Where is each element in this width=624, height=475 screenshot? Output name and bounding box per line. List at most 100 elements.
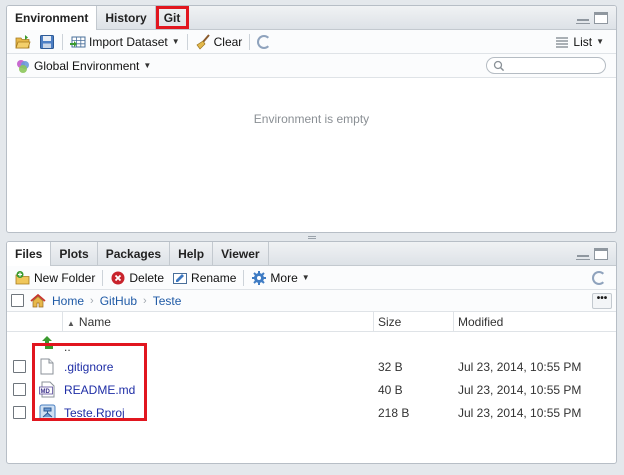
maximize-icon[interactable] — [594, 12, 608, 24]
chevron-down-icon: ▼ — [143, 61, 152, 70]
breadcrumb-teste[interactable]: Teste — [153, 294, 182, 308]
svg-text:MD: MD — [41, 389, 51, 395]
tab-history[interactable]: History — [97, 6, 156, 29]
environment-subtoolbar: Global Environment ▼ — [7, 54, 616, 78]
chevron-down-icon: ▼ — [596, 37, 604, 46]
environment-selector[interactable]: Global Environment ▼ — [11, 56, 155, 76]
select-all-checkbox[interactable] — [11, 294, 24, 307]
list-icon — [556, 36, 569, 48]
breadcrumb-github[interactable]: GitHub — [100, 294, 137, 308]
import-dataset-button[interactable]: Import Dataset ▼ — [66, 32, 184, 52]
file-name-link[interactable]: Teste.Rproj — [64, 406, 125, 420]
breadcrumb: Home › GitHub › Teste ••• — [7, 290, 616, 312]
minimize-icon[interactable] — [576, 248, 590, 260]
column-modified-header[interactable]: Modified — [458, 315, 503, 329]
new-folder-icon — [15, 270, 30, 284]
file-modified: Jul 23, 2014, 10:55 PM — [458, 406, 582, 420]
new-folder-button[interactable]: New Folder — [11, 268, 99, 288]
file-row[interactable]: .gitignore 32 B Jul 23, 2014, 10:55 PM — [7, 355, 616, 378]
clear-label: Clear — [213, 34, 243, 49]
files-pane: Files Plots Packages Help Viewer New Fol… — [6, 241, 617, 464]
file-row[interactable]: MD README.md 40 B Jul 23, 2014, 10:55 PM — [7, 378, 616, 401]
chevron-down-icon: ▼ — [171, 37, 180, 46]
tab-help[interactable]: Help — [170, 242, 214, 265]
file-checkbox[interactable] — [13, 383, 26, 396]
chevron-down-icon: ▼ — [301, 273, 310, 282]
environment-selector-label: Global Environment — [34, 58, 140, 73]
load-workspace-button[interactable] — [11, 32, 35, 52]
tab-plots[interactable]: Plots — [51, 242, 98, 265]
file-name-link[interactable]: README.md — [64, 383, 135, 397]
delete-button[interactable]: Delete — [106, 268, 168, 288]
rename-icon — [173, 272, 188, 284]
toolbar-separator — [102, 269, 104, 286]
column-divider — [453, 312, 454, 331]
file-modified: Jul 23, 2014, 10:55 PM — [458, 360, 582, 374]
home-icon[interactable] — [30, 293, 46, 309]
column-name-label: Name — [78, 314, 111, 329]
more-options-button[interactable]: ••• — [592, 293, 612, 309]
import-dataset-label: Import Dataset — [89, 34, 168, 49]
rproj-file-icon — [39, 404, 56, 421]
file-name-link[interactable]: .gitignore — [64, 360, 113, 374]
file-size: 40 B — [378, 383, 403, 397]
markdown-file-icon: MD — [39, 381, 55, 398]
environment-tabbar: Environment History Git — [7, 6, 616, 30]
save-workspace-button[interactable] — [35, 32, 59, 52]
tab-files[interactable]: Files — [7, 242, 52, 266]
refresh-files-button[interactable] — [588, 268, 610, 288]
toolbar-separator — [249, 33, 251, 50]
file-row[interactable]: Teste.Rproj 218 B Jul 23, 2014, 10:55 PM — [7, 401, 616, 424]
files-toolbar: New Folder Delete Rename More ▼ — [7, 266, 616, 290]
minimize-icon[interactable] — [576, 12, 590, 24]
environment-icon — [17, 59, 29, 73]
table-import-icon — [70, 36, 86, 47]
delete-label: Delete — [129, 270, 165, 285]
view-mode-dropdown[interactable]: List ▼ — [550, 32, 608, 52]
breadcrumb-separator-icon: › — [143, 294, 147, 307]
parent-directory-label[interactable]: .. — [64, 340, 71, 354]
search-icon — [493, 60, 505, 72]
file-checkbox[interactable] — [13, 406, 26, 419]
delete-icon — [111, 271, 125, 284]
rename-button[interactable]: Rename — [168, 268, 240, 288]
parent-directory-row[interactable]: .. — [7, 332, 616, 355]
more-dropdown[interactable]: More ▼ — [247, 268, 313, 288]
breadcrumb-separator-icon: › — [90, 294, 94, 307]
file-checkbox[interactable] — [13, 360, 26, 373]
clear-workspace-button[interactable]: Clear — [191, 32, 247, 52]
toolbar-separator — [62, 33, 63, 50]
gear-icon — [252, 270, 267, 285]
text-file-icon — [40, 358, 54, 375]
environment-toolbar: Import Dataset ▼ Clear List ▼ — [7, 30, 616, 54]
tab-packages[interactable]: Packages — [98, 242, 171, 265]
maximize-icon[interactable] — [594, 248, 608, 260]
toolbar-separator — [243, 269, 245, 286]
refresh-icon — [592, 270, 606, 285]
file-list-header: ▲ Name Size Modified — [7, 312, 616, 332]
up-arrow-icon — [42, 336, 53, 349]
splitter-grip-icon — [308, 235, 316, 239]
column-divider — [373, 312, 374, 331]
breadcrumb-home[interactable]: Home — [52, 294, 84, 308]
rename-label: Rename — [191, 270, 237, 285]
pane-splitter[interactable] — [0, 233, 624, 241]
column-name-header[interactable]: ▲ Name — [67, 315, 111, 329]
environment-search-input[interactable] — [486, 57, 606, 74]
tab-viewer[interactable]: Viewer — [213, 242, 269, 265]
tab-git[interactable]: Git — [155, 6, 190, 29]
environment-pane: Environment History Git Import Dataset ▼… — [6, 5, 617, 233]
new-folder-label: New Folder — [34, 270, 96, 285]
refresh-environment-button[interactable] — [253, 32, 275, 52]
file-size: 218 B — [378, 406, 410, 420]
window-controls — [576, 248, 608, 260]
refresh-icon — [257, 34, 272, 49]
view-mode-label: List — [573, 34, 593, 49]
tab-environment[interactable]: Environment — [7, 6, 98, 30]
column-divider — [62, 312, 63, 331]
file-size: 32 B — [378, 360, 403, 374]
broom-icon — [196, 33, 210, 50]
column-size-header[interactable]: Size — [378, 315, 401, 329]
more-label: More — [270, 270, 298, 285]
window-controls — [576, 12, 608, 24]
